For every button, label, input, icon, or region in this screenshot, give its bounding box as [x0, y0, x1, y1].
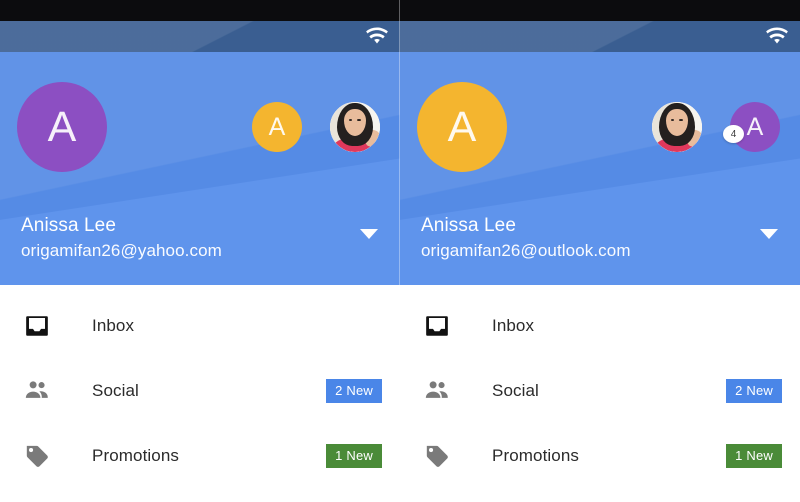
account-name: Anissa Lee — [21, 215, 117, 236]
wifi-icon — [766, 26, 788, 46]
chevron-down-icon[interactable] — [760, 229, 778, 239]
list-item-label: Social — [92, 380, 139, 400]
list-item-label: Inbox — [492, 315, 535, 335]
account-name: Anissa Lee — [421, 215, 517, 236]
navigation-list: Inbox Social 2 New Promotions 1 New — [400, 285, 800, 502]
tag-icon — [420, 441, 454, 471]
list-item[interactable]: Inbox — [400, 293, 800, 358]
screenshot-root: A A Anissa Lee origamifan26@yahoo.com Inbox S… — [0, 0, 800, 502]
secondary-avatar[interactable] — [652, 102, 702, 152]
list-item-label: Promotions — [92, 445, 179, 465]
device-top-bar — [400, 0, 800, 21]
avatar-row: AA — [0, 80, 400, 180]
primary-avatar-initial: A — [47, 102, 77, 151]
secondary-avatar-initial: A — [746, 112, 764, 141]
primary-avatar-initial: A — [447, 102, 477, 151]
list-item-badge: 1 New — [726, 443, 782, 468]
primary-avatar[interactable]: A — [417, 82, 507, 172]
wifi-icon — [366, 26, 388, 46]
panel-container: A A Anissa Lee origamifan26@yahoo.com Inbox S… — [0, 0, 800, 502]
account-header[interactable]: A A Anissa Lee origamifan26@yahoo.com — [0, 52, 400, 285]
chevron-down-icon[interactable] — [360, 229, 378, 239]
list-item[interactable]: Promotions 1 New — [400, 423, 800, 488]
tag-icon — [20, 441, 54, 471]
inbox-icon — [20, 311, 54, 341]
status-bar — [400, 21, 800, 52]
inbox-icon — [420, 311, 454, 341]
account-email: origamifan26@yahoo.com — [21, 241, 222, 260]
secondary-avatar[interactable] — [330, 102, 380, 152]
list-item[interactable]: Social 2 New — [400, 358, 800, 423]
navigation-list: Inbox Social 2 New Promotions 1 New — [0, 285, 400, 502]
list-item[interactable]: Promotions 1 New — [0, 423, 400, 488]
account-email: origamifan26@outlook.com — [421, 241, 631, 260]
list-item[interactable]: Inbox — [0, 293, 400, 358]
account-header[interactable]: A A 4 Anissa Lee origamifan26@outlook.com — [400, 52, 800, 285]
account-identity: Anissa Lee origamifan26@yahoo.com — [21, 213, 222, 263]
list-item-label: Inbox — [92, 315, 135, 335]
account-panel: A A 4 Anissa Lee origamifan26@outlook.com Inb… — [400, 0, 800, 502]
secondary-avatar[interactable]: A — [252, 102, 302, 152]
secondary-avatar-initial: A — [268, 112, 286, 141]
account-panel: A A Anissa Lee origamifan26@yahoo.com Inbox S… — [0, 0, 400, 502]
people-icon — [20, 376, 54, 406]
list-item[interactable]: Social 2 New — [0, 358, 400, 423]
avatar-row: AA4 — [400, 80, 800, 180]
status-bar — [0, 21, 400, 52]
list-item-badge: 2 New — [326, 378, 382, 403]
list-item-badge: 2 New — [726, 378, 782, 403]
primary-avatar[interactable]: A — [17, 82, 107, 172]
list-item-label: Social — [492, 380, 539, 400]
status-bar-sheen — [400, 21, 800, 52]
list-item-badge: 1 New — [326, 443, 382, 468]
list-item-label: Promotions — [492, 445, 579, 465]
account-identity: Anissa Lee origamifan26@outlook.com — [421, 213, 631, 263]
avatar-count-badge: 4 — [723, 125, 744, 143]
status-bar-sheen — [0, 21, 400, 52]
people-icon — [420, 376, 454, 406]
device-top-bar — [0, 0, 400, 21]
